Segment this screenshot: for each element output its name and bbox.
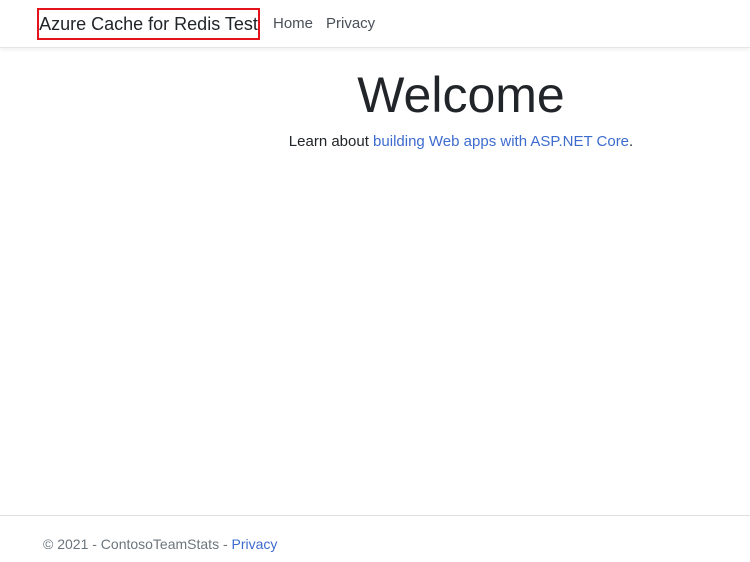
nav-link-home[interactable]: Home (273, 15, 313, 32)
intro-text: Learn about (288, 133, 374, 150)
intro-paragraph: Learn about building Web apps with ASP.N… (0, 133, 750, 150)
footer: © 2021 - ContosoTeamStats - Privacy (0, 515, 750, 562)
nav-link-privacy[interactable]: Privacy (326, 15, 375, 32)
page: Azure Cache for Redis Test Home Privacy … (0, 0, 750, 562)
navbar: Azure Cache for Redis Test Home Privacy (0, 0, 750, 48)
footer-text: © 2021 - ContosoTeamStats - Privacy (43, 536, 277, 552)
page-title: Welcome (357, 67, 565, 123)
intro-end: . (629, 133, 634, 150)
footer-privacy-link[interactable]: Privacy (232, 536, 278, 552)
footer-copyright: © 2021 - ContosoTeamStats - (43, 536, 232, 552)
aspnet-core-link[interactable]: building Web apps with ASP.NET Core (373, 133, 629, 150)
brand-link[interactable]: Azure Cache for Redis Test (37, 8, 260, 40)
